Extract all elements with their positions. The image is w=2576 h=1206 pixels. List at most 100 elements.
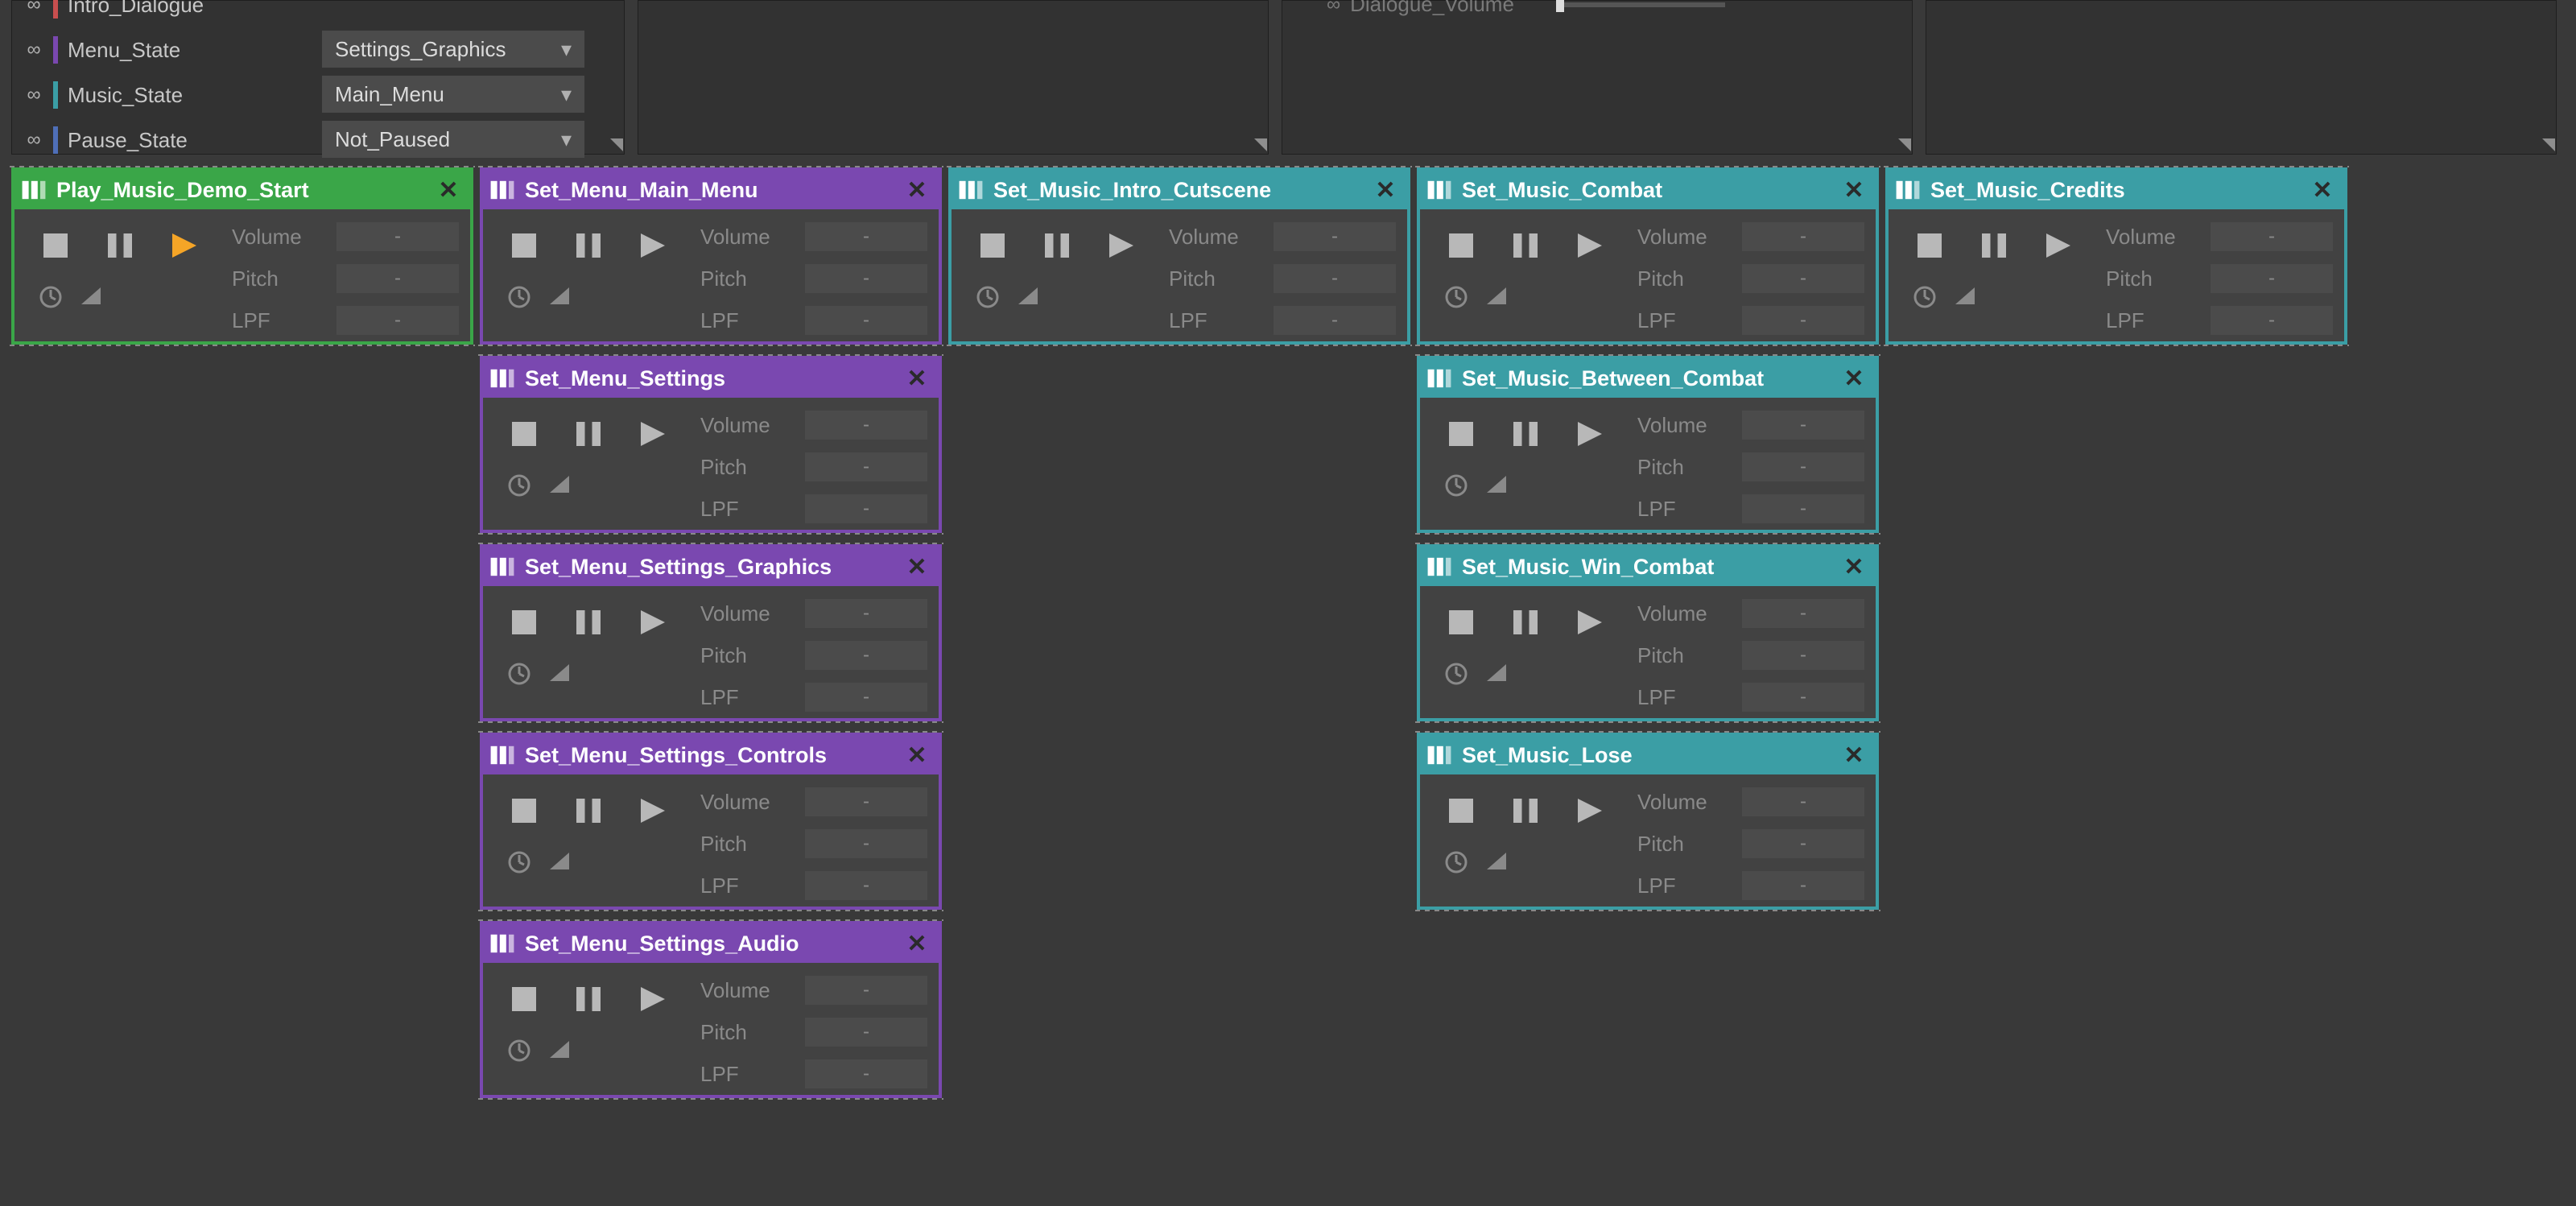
clock-icon[interactable]	[507, 850, 531, 880]
param-value-volume[interactable]: -	[1742, 411, 1864, 440]
clock-icon[interactable]	[976, 285, 1000, 315]
ramp-icon[interactable]	[1484, 662, 1509, 692]
stop-button[interactable]	[1444, 605, 1478, 639]
param-value-volume[interactable]: -	[805, 976, 927, 1005]
pause-button[interactable]	[572, 417, 605, 451]
play-button[interactable]	[1573, 794, 1607, 828]
ramp-icon[interactable]	[547, 850, 572, 880]
ramp-icon[interactable]	[1016, 285, 1040, 315]
event-tile[interactable]: Set_Music_Lose ✕ Volume-	[1417, 733, 1879, 910]
event-tile-header[interactable]: Set_Menu_Settings_Controls ✕	[483, 736, 939, 774]
pause-button[interactable]	[1040, 229, 1074, 262]
event-tile-header[interactable]: Set_Music_Intro_Cutscene ✕	[952, 171, 1407, 209]
clock-icon[interactable]	[507, 662, 531, 692]
param-select[interactable]: Main_Menu ▾	[322, 76, 584, 113]
link-icon[interactable]: ∞	[23, 39, 45, 61]
event-tile-header[interactable]: Set_Music_Combat ✕	[1420, 171, 1876, 209]
pause-button[interactable]	[572, 982, 605, 1016]
param-value-lpf[interactable]: -	[805, 1059, 927, 1088]
event-tile[interactable]: Set_Menu_Settings_Graphics ✕ Vol	[480, 544, 942, 721]
play-button[interactable]	[1573, 229, 1607, 262]
param-value-lpf[interactable]: -	[1274, 306, 1396, 335]
clock-icon[interactable]	[1444, 285, 1468, 315]
ramp-icon[interactable]	[79, 285, 103, 315]
param-value-volume[interactable]: -	[1742, 222, 1864, 251]
clock-icon[interactable]	[1913, 285, 1937, 315]
play-button[interactable]	[636, 794, 670, 828]
close-icon[interactable]: ✕	[433, 175, 464, 205]
play-button[interactable]	[1573, 605, 1607, 639]
param-value-pitch[interactable]: -	[805, 452, 927, 481]
event-tile-header[interactable]: Set_Music_Credits ✕	[1889, 171, 2344, 209]
close-icon[interactable]: ✕	[902, 928, 932, 959]
event-tile[interactable]: Set_Music_Credits ✕ Volume-	[1885, 167, 2347, 345]
param-value-lpf[interactable]: -	[805, 871, 927, 900]
ramp-icon[interactable]	[1484, 473, 1509, 503]
link-icon[interactable]: ∞	[23, 129, 45, 151]
event-tile[interactable]: Set_Music_Between_Combat ✕ Volum	[1417, 356, 1879, 533]
param-value-pitch[interactable]: -	[1742, 641, 1864, 670]
param-value-pitch[interactable]: -	[1742, 452, 1864, 481]
event-tile[interactable]: Set_Menu_Settings_Controls ✕ Vol	[480, 733, 942, 910]
close-icon[interactable]: ✕	[1839, 740, 1869, 770]
pause-button[interactable]	[1509, 794, 1542, 828]
stop-button[interactable]	[1444, 417, 1478, 451]
play-button[interactable]	[636, 605, 670, 639]
event-tile[interactable]: Set_Menu_Settings_Audio ✕ Volume	[480, 921, 942, 1098]
slider-track[interactable]	[1556, 2, 1725, 7]
pause-button[interactable]	[572, 794, 605, 828]
event-tile-header[interactable]: Set_Music_Lose ✕	[1420, 736, 1876, 774]
event-tile-header[interactable]: Set_Music_Win_Combat ✕	[1420, 547, 1876, 586]
event-tile[interactable]: Set_Music_Win_Combat ✕ Volume-	[1417, 544, 1879, 721]
event-tile-header[interactable]: Set_Menu_Settings_Audio ✕	[483, 924, 939, 963]
clock-icon[interactable]	[1444, 850, 1468, 880]
event-tile-header[interactable]: Set_Menu_Settings_Graphics ✕	[483, 547, 939, 586]
close-icon[interactable]: ✕	[2307, 175, 2338, 205]
param-value-volume[interactable]: -	[1274, 222, 1396, 251]
stop-button[interactable]	[39, 229, 72, 262]
param-select[interactable]: Settings_Graphics ▾	[322, 31, 584, 68]
close-icon[interactable]: ✕	[902, 175, 932, 205]
clock-icon[interactable]	[507, 1039, 531, 1068]
pause-button[interactable]	[572, 229, 605, 262]
clock-icon[interactable]	[507, 473, 531, 503]
event-tile[interactable]: Set_Menu_Settings ✕ Volume-	[480, 356, 942, 533]
play-button[interactable]	[636, 229, 670, 262]
stop-button[interactable]	[507, 605, 541, 639]
event-tile[interactable]: Set_Music_Combat ✕ Volume-	[1417, 167, 1879, 345]
close-icon[interactable]: ✕	[902, 740, 932, 770]
play-button[interactable]	[2041, 229, 2075, 262]
stop-button[interactable]	[507, 982, 541, 1016]
ramp-icon[interactable]	[1953, 285, 1977, 315]
param-value-lpf[interactable]: -	[805, 494, 927, 523]
param-value-pitch[interactable]: -	[1742, 829, 1864, 858]
close-icon[interactable]: ✕	[902, 363, 932, 394]
param-value-pitch[interactable]: -	[336, 264, 459, 293]
play-button[interactable]	[1573, 417, 1607, 451]
param-value-pitch[interactable]: -	[1742, 264, 1864, 293]
param-value-lpf[interactable]: -	[805, 683, 927, 712]
ramp-icon[interactable]	[1484, 285, 1509, 315]
pause-button[interactable]	[103, 229, 137, 262]
param-value-volume[interactable]: -	[336, 222, 459, 251]
event-tile-header[interactable]: Set_Menu_Settings ✕	[483, 359, 939, 398]
close-icon[interactable]: ✕	[1839, 551, 1869, 582]
close-icon[interactable]: ✕	[1370, 175, 1401, 205]
ramp-icon[interactable]	[547, 662, 572, 692]
param-value-volume[interactable]: -	[1742, 599, 1864, 628]
event-tile-header[interactable]: Set_Menu_Main_Menu ✕	[483, 171, 939, 209]
param-value-volume[interactable]: -	[2211, 222, 2333, 251]
ramp-icon[interactable]	[547, 473, 572, 503]
param-value-volume[interactable]: -	[805, 599, 927, 628]
param-value-lpf[interactable]: -	[1742, 683, 1864, 712]
stop-button[interactable]	[1444, 794, 1478, 828]
play-button[interactable]	[636, 417, 670, 451]
clock-icon[interactable]	[39, 285, 63, 315]
event-tile[interactable]: Set_Music_Intro_Cutscene ✕ Volum	[948, 167, 1410, 345]
param-value-pitch[interactable]: -	[805, 829, 927, 858]
ramp-icon[interactable]	[547, 1039, 572, 1068]
param-value-pitch[interactable]: -	[805, 1018, 927, 1047]
stop-button[interactable]	[1444, 229, 1478, 262]
param-value-volume[interactable]: -	[805, 787, 927, 816]
clock-icon[interactable]	[1444, 473, 1468, 503]
